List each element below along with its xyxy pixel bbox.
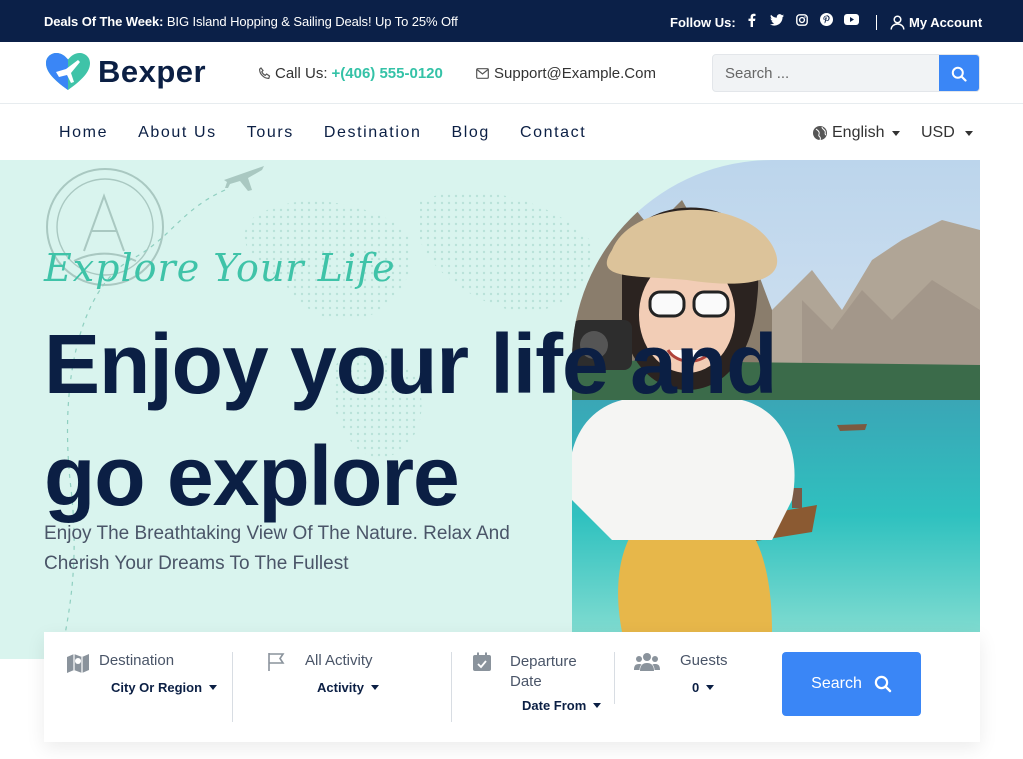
currency-select[interactable]: USD — [921, 124, 973, 142]
deals-prefix: Deals Of The Week: — [44, 14, 164, 29]
guests-field[interactable]: Guests 0 — [634, 652, 754, 724]
nav-item-home[interactable]: Home — [59, 124, 108, 142]
logo-heart-icon — [46, 53, 90, 90]
date-value[interactable]: Date From — [522, 698, 602, 713]
deals-text: BIG Island Hopping & Sailing Deals! Up T… — [166, 14, 458, 29]
activity-value-text: Activity — [317, 680, 364, 695]
instagram-icon[interactable] — [794, 12, 809, 27]
top-bar: Deals Of The Week: BIG Island Hopping & … — [0, 0, 1023, 42]
tour-search-label: Search — [811, 675, 862, 692]
guests-value[interactable]: 0 — [692, 680, 715, 695]
guests-label: Guests — [680, 652, 728, 669]
search-input[interactable] — [713, 55, 941, 91]
youtube-icon[interactable] — [844, 12, 859, 27]
user-icon — [890, 15, 905, 30]
field-divider — [451, 652, 452, 722]
nav-item-contact[interactable]: Contact — [520, 124, 586, 142]
deals-banner: Deals Of The Week: BIG Island Hopping & … — [44, 14, 458, 29]
nav-item-blog[interactable]: Blog — [452, 124, 490, 142]
hero-right-margin — [980, 160, 1023, 659]
destination-label: Destination — [99, 652, 175, 669]
currency-label: USD — [921, 124, 955, 141]
follow-label: Follow Us: — [670, 15, 736, 30]
logo-text: Bexper — [98, 54, 207, 89]
tour-search-button[interactable]: Search — [782, 652, 921, 716]
email-contact[interactable]: Support@Example.Com — [476, 65, 656, 82]
field-divider — [614, 652, 615, 704]
activity-field[interactable]: All Activity Activity — [266, 652, 446, 724]
departure-date-field[interactable]: Departure Date Date From — [470, 652, 620, 724]
flag-icon — [268, 653, 285, 671]
guests-value-text: 0 — [692, 680, 700, 695]
map-icon — [67, 654, 89, 673]
social-links — [744, 12, 859, 27]
globe-icon — [813, 126, 827, 141]
my-account-label: My Account — [909, 15, 983, 30]
site-header: Bexper Call Us: +(406) 555-0120 Support@… — [0, 42, 1023, 104]
hero-subtitle: Enjoy The Breathtaking View Of The Natur… — [44, 523, 510, 574]
destination-value-text: City Or Region — [111, 680, 203, 695]
search-icon — [951, 66, 967, 82]
field-divider — [232, 652, 233, 722]
activity-value[interactable]: Activity — [317, 680, 379, 695]
search-icon — [874, 675, 892, 693]
nav-item-destination[interactable]: Destination — [324, 124, 422, 142]
twitter-icon[interactable] — [769, 12, 784, 27]
destination-field[interactable]: Destination City Or Region — [64, 652, 234, 724]
email-address[interactable]: Support@Example.Com — [494, 65, 656, 82]
phone-number[interactable]: +(406) 555-0120 — [332, 65, 443, 82]
main-nav: Home About Us Tours Destination Blog Con… — [0, 104, 1023, 160]
users-icon — [634, 653, 660, 671]
hero-headline: Enjoy your life and go explore — [44, 317, 777, 523]
chevron-down-icon — [892, 130, 901, 136]
pinterest-icon[interactable] — [819, 12, 834, 27]
chevron-down-icon — [209, 685, 218, 690]
nav-item-about-us[interactable]: About Us — [138, 124, 217, 142]
language-select[interactable]: English — [812, 124, 901, 142]
hero-script-tagline: Explore Your Life — [44, 246, 396, 290]
site-logo[interactable]: Bexper — [44, 52, 206, 92]
chevron-down-icon — [706, 685, 715, 690]
nav-item-tours[interactable]: Tours — [247, 124, 294, 142]
chevron-down-icon — [964, 130, 973, 136]
header-search — [712, 54, 980, 92]
date-value-text: Date From — [522, 698, 587, 713]
call-label: Call Us: — [275, 65, 328, 82]
destination-value[interactable]: City Or Region — [111, 680, 218, 695]
phone-icon — [258, 67, 271, 80]
my-account-link[interactable]: My Account — [890, 15, 982, 30]
mail-icon — [476, 68, 489, 79]
call-us[interactable]: Call Us: +(406) 555-0120 — [258, 65, 443, 82]
activity-label: All Activity — [305, 652, 373, 669]
divider — [876, 15, 877, 30]
departure-date-label: Departure Date — [510, 653, 577, 690]
language-label: English — [832, 124, 885, 141]
hero-section: Explore Your Life Enjoy your life and go… — [0, 160, 1023, 659]
calendar-icon — [473, 652, 491, 671]
chevron-down-icon — [593, 703, 602, 708]
search-button[interactable] — [939, 55, 979, 91]
nav-menu: Home About Us Tours Destination Blog Con… — [59, 124, 616, 142]
facebook-icon[interactable] — [744, 12, 759, 27]
chevron-down-icon — [370, 685, 379, 690]
